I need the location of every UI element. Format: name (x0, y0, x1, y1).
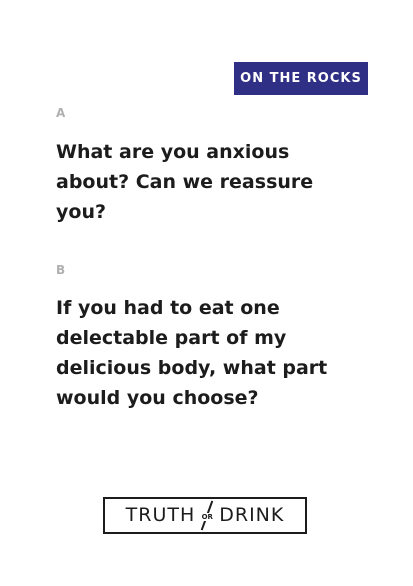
question-a-text: What are you anxious about? Can we reass… (56, 141, 314, 223)
question-b-letter: B (56, 263, 66, 277)
logo-word-truth: TRUTH (125, 504, 196, 526)
category-badge: ON THE ROCKS (234, 62, 368, 95)
logo-word-drink: DRINK (219, 504, 285, 526)
truth-or-drink-logo: TRUTH OR DRINK (103, 497, 307, 534)
question-a-letter: A (56, 106, 66, 120)
logo-or-mark: OR (197, 499, 218, 532)
question-card: ON THE ROCKS A What are you anxious abou… (0, 0, 413, 586)
question-b-text: If you had to eat one delectable part of… (56, 297, 328, 409)
logo-word-or: OR (197, 513, 218, 521)
